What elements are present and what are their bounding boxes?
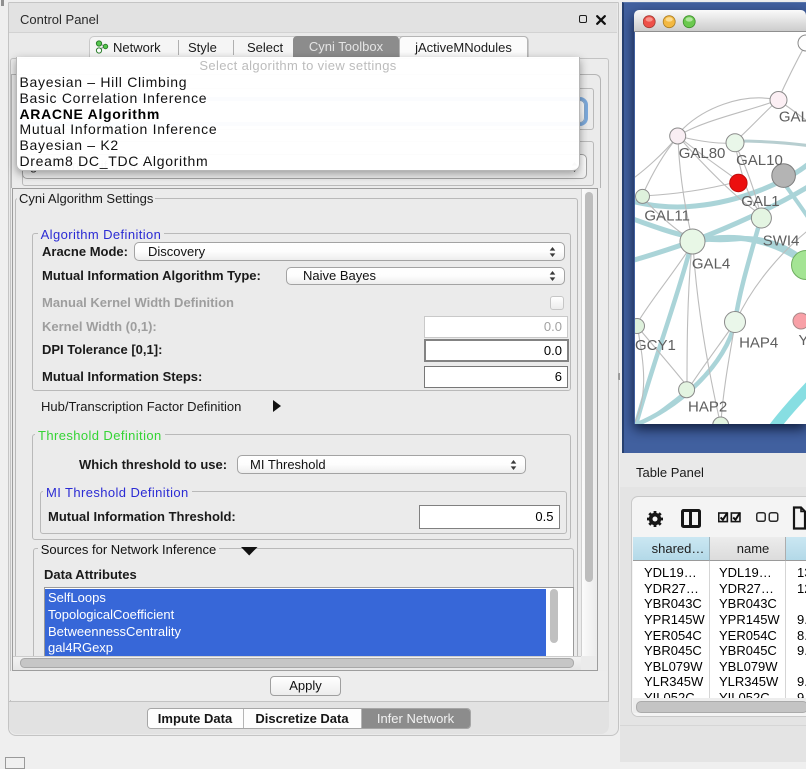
svg-text:GCY1: GCY1 (635, 337, 676, 354)
svg-text:GAL80: GAL80 (679, 145, 726, 162)
svg-text:HAP2: HAP2 (688, 398, 727, 415)
svg-text:GAL10: GAL10 (736, 152, 783, 169)
svg-text:GAL4: GAL4 (692, 255, 730, 272)
svg-text:GAL7: GAL7 (779, 109, 806, 126)
svg-text:HAP4: HAP4 (739, 335, 778, 352)
svg-text:GAL1: GAL1 (741, 193, 779, 210)
svg-text:SWI4: SWI4 (763, 233, 800, 250)
svg-text:GAL11: GAL11 (644, 208, 690, 225)
svg-text:Y: Y (799, 332, 806, 349)
